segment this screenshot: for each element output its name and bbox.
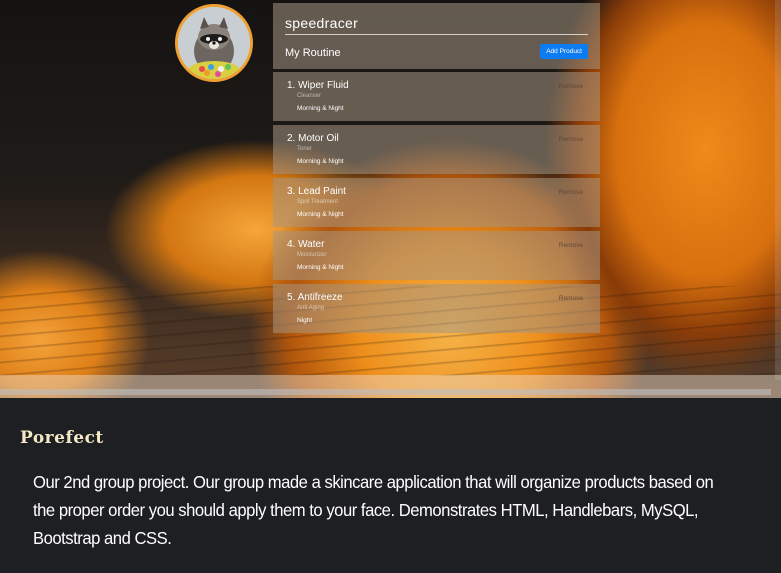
product-time: Morning & Night [297, 105, 344, 112]
product-category: Moisturizer [297, 252, 327, 258]
add-product-button[interactable]: Add Product [540, 44, 588, 59]
project-title: Porefect [20, 428, 104, 448]
product-card: 4. Water Moisturizer Morning & Night Rem… [273, 231, 600, 280]
product-category: Spot Treatment [297, 199, 339, 205]
raccoon-icon [178, 7, 250, 79]
product-time: Morning & Night [297, 264, 344, 271]
product-card: 2. Motor Oil Toner Morning & Night Remov… [273, 125, 600, 174]
product-time: Morning & Night [297, 158, 344, 165]
product-name: 4. Water [287, 239, 325, 250]
scrollbar-track[interactable] [0, 389, 771, 395]
product-category: Cleanser [297, 93, 322, 99]
product-name: 5. Antifreeze [287, 292, 343, 303]
username: speedracer [285, 15, 359, 31]
routine-title: My Routine [285, 47, 341, 59]
remove-button[interactable]: Remove [559, 136, 583, 143]
product-name: 2. Motor Oil [287, 133, 339, 144]
product-card: 5. Antifreeze Anti Aging Night Remove [273, 284, 600, 333]
product-category: Toner [297, 146, 313, 152]
remove-button[interactable]: Remove [559, 83, 583, 90]
project-description: Our 2nd group project. Our group made a … [33, 472, 714, 548]
horizontal-scrollbar[interactable] [0, 375, 781, 398]
product-name: 1. Wiper Fluid [287, 80, 349, 91]
remove-button[interactable]: Remove [559, 242, 583, 249]
product-category: Anti Aging [297, 305, 325, 311]
project-caption: Porefect Our 2nd group project. Our grou… [0, 398, 781, 573]
product-time: Night [297, 317, 313, 324]
project-screenshot: speedracer My Routine Add Product 1. Wip… [0, 0, 781, 398]
remove-button[interactable]: Remove [559, 295, 583, 302]
product-card: 3. Lead Paint Spot Treatment Morning & N… [273, 178, 600, 227]
remove-button[interactable]: Remove [559, 189, 583, 196]
username-underline [285, 34, 588, 35]
product-time: Morning & Night [297, 211, 344, 218]
raccoon-avatar[interactable] [175, 4, 253, 82]
vertical-scrollbar[interactable] [775, 0, 781, 380]
routine-header: speedracer My Routine Add Product [273, 3, 600, 69]
product-card: 1. Wiper Fluid Cleanser Morning & Night … [273, 72, 600, 121]
product-name: 3. Lead Paint [287, 186, 346, 197]
